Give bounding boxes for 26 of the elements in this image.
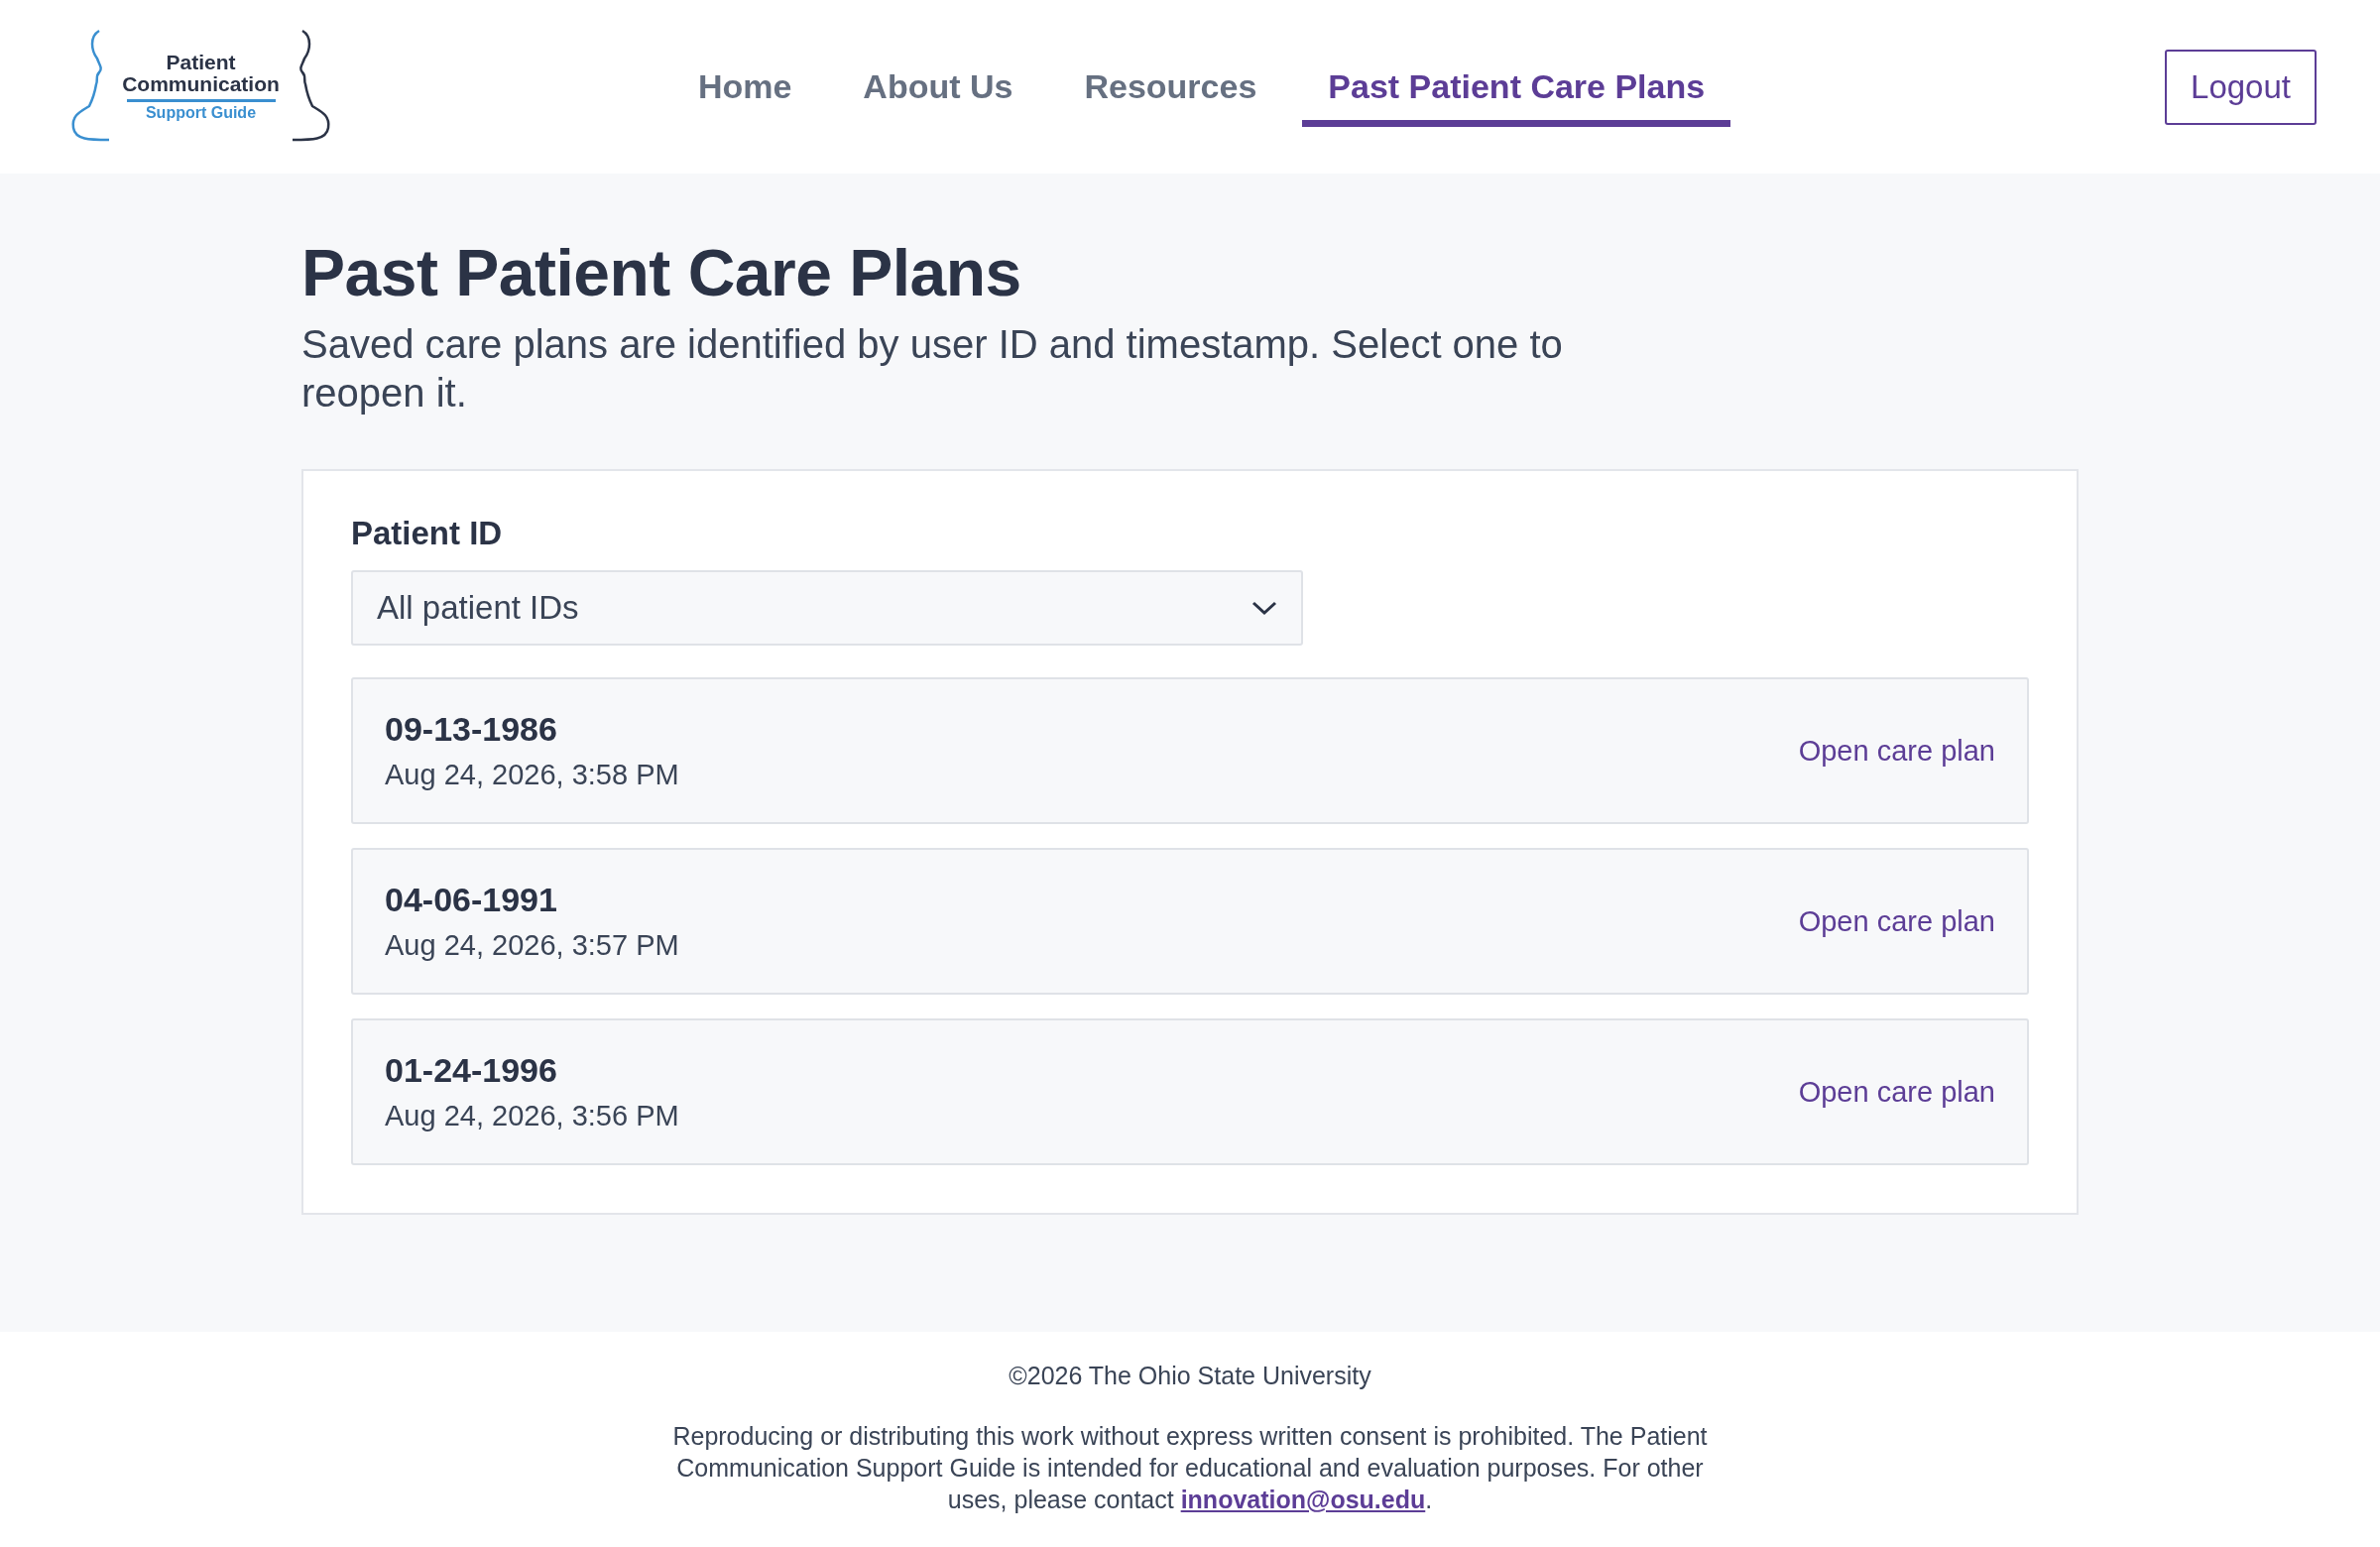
logo-text: Communication — [122, 73, 280, 96]
logo[interactable]: Patient Communication Support Guide — [69, 28, 332, 146]
patient-id-select[interactable]: All patient IDs — [351, 570, 1303, 646]
nav-tab[interactable]: Home — [671, 47, 818, 127]
nav-tab[interactable]: Past Patient Care Plans — [1302, 47, 1731, 127]
timestamp: Aug 24, 2026, 3:57 PM — [385, 929, 679, 962]
open-care-plan-link[interactable]: Open care plan — [1798, 1075, 1995, 1109]
page-title: Past Patient Care Plans — [301, 235, 1022, 310]
patient-id: 09-13-1986 — [385, 710, 558, 749]
logo-subtitle: Support Guide — [145, 105, 257, 122]
copyright-text: ©2026 The Ohio State University — [1009, 1362, 1371, 1390]
nav-tab[interactable]: About Us — [837, 47, 1039, 127]
chevron-down-icon — [1251, 600, 1277, 616]
timestamp: Aug 24, 2026, 3:56 PM — [385, 1100, 679, 1132]
field-label: Patient ID — [351, 515, 504, 552]
page-description: Saved care plans are identified by user ID and timestamp. Select one to reopen it. — [301, 321, 1564, 416]
patient-id: 04-06-1991 — [385, 881, 558, 919]
footer-notice: Reproducing or distributing this work without express written consent is prohibited. The Patient Communication Support Guide is intended for educational and evaluation purposes. For other uses, please contact innovation@osu.edu. — [671, 1421, 1709, 1515]
logo-text: Patient — [166, 52, 236, 74]
patient-id: 01-24-1996 — [385, 1051, 558, 1090]
email-link[interactable]: innovation@osu.edu — [1180, 1486, 1426, 1513]
logout-button[interactable]: Logout — [2165, 49, 2317, 125]
timestamp: Aug 24, 2026, 3:58 PM — [385, 759, 679, 791]
nav-tab[interactable]: Resources — [1058, 47, 1283, 127]
open-care-plan-link[interactable]: Open care plan — [1798, 904, 1995, 938]
open-care-plan-link[interactable]: Open care plan — [1798, 734, 1995, 768]
